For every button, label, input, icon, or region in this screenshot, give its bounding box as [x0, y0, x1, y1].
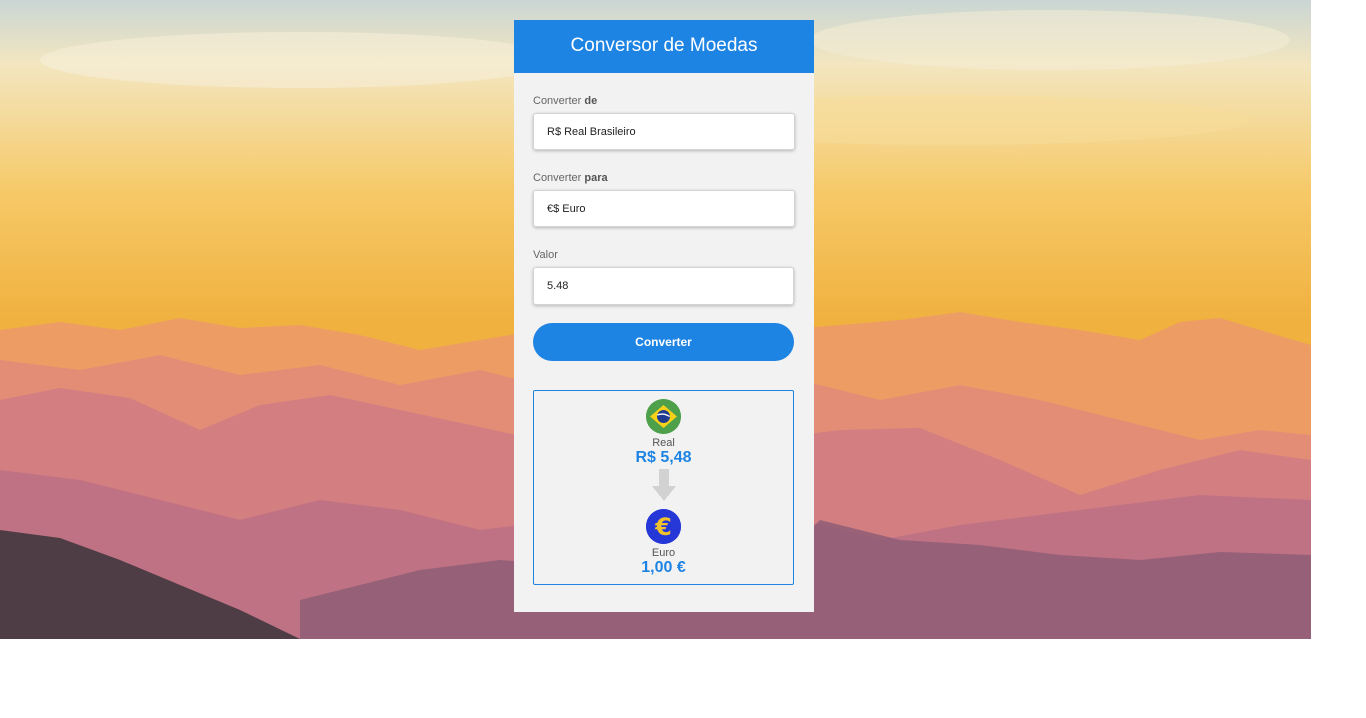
from-label-text: Converter — [533, 95, 585, 107]
card-title: Conversor de Moedas — [514, 20, 814, 73]
to-currency-value: €$ Euro — [547, 203, 586, 215]
to-currency-name: Euro — [651, 547, 676, 559]
from-currency-name: Real — [652, 437, 675, 449]
brazil-flag-icon — [646, 399, 681, 434]
svg-text:€: € — [654, 513, 672, 541]
to-label-text: Converter — [533, 172, 585, 184]
convert-button[interactable]: Converter — [533, 323, 794, 361]
to-label-bold: para — [584, 172, 608, 184]
to-currency-label: Converter para — [533, 171, 795, 185]
from-currency-value: R$ Real Brasileiro — [547, 126, 636, 138]
amount-input[interactable] — [533, 267, 794, 305]
from-currency-label: Converter de — [533, 94, 795, 108]
from-label-bold: de — [584, 95, 598, 107]
converter-card: Conversor de Moedas Converter de R$ Real… — [514, 20, 814, 612]
from-amount: R$ 5,48 — [635, 449, 692, 466]
converter-form: Converter de R$ Real Brasileiro Converte… — [514, 94, 814, 585]
conversion-result: Real R$ 5,48 € Euro 1,00 € — [533, 390, 794, 585]
euro-icon: € — [646, 509, 681, 544]
to-currency-select[interactable]: €$ Euro — [533, 190, 795, 227]
from-currency-select[interactable]: R$ Real Brasileiro — [533, 113, 795, 150]
to-amount: 1,00 € — [641, 559, 686, 576]
arrow-down-icon — [652, 469, 676, 507]
amount-label: Valor — [533, 249, 558, 261]
